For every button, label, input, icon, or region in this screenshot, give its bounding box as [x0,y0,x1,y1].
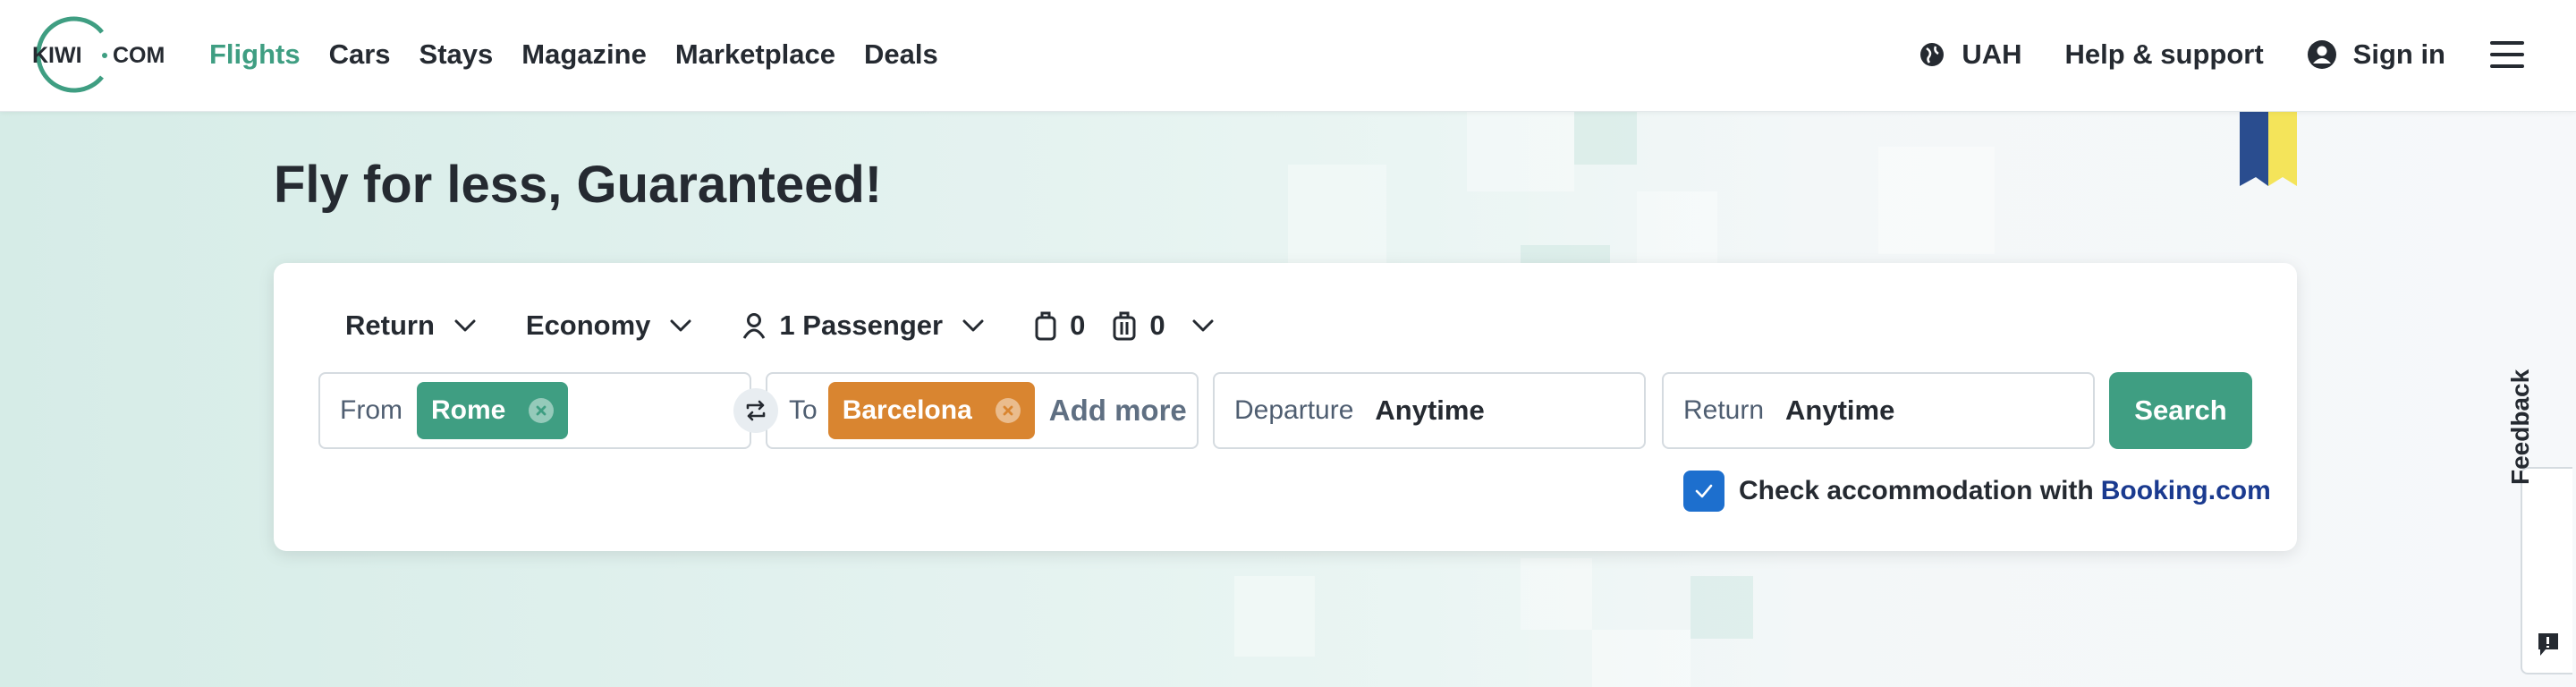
departure-value: Anytime [1375,394,1485,426]
chevron-down-icon [1192,319,1214,332]
accommodation-label: Check accommodation with [1739,476,2094,505]
user-icon [2307,40,2336,69]
from-chip-label: Rome [431,395,506,425]
feedback-tab[interactable]: Feedback [2506,369,2572,674]
header-actions: UAH Help & support Sign in [1876,34,2524,75]
checked-bag-value: 0 [1149,310,1165,341]
main-nav: Flights Cars Stays Magazine Marketplace … [209,34,967,75]
trip-type-select[interactable]: Return [345,306,476,345]
sign-in-button[interactable]: Sign in [2307,34,2445,75]
chevron-down-icon [670,319,691,332]
nav-flights[interactable]: Flights [209,34,301,75]
help-label: Help & support [2064,38,2264,70]
trip-type-value: Return [345,310,435,341]
add-more-input[interactable]: Add more [1049,394,1187,428]
accommodation-option: Check accommodation with Booking.com [1683,471,2271,512]
hamburger-menu-icon[interactable] [2490,41,2524,68]
top-header: KIWI COM Flights Cars Stays Magazine Mar… [0,0,2576,112]
checkmark-icon [1695,484,1713,498]
departure-label: Departure [1234,395,1354,425]
checked-bag-icon [1113,311,1136,341]
checked-bag-count: 0 [1112,306,1165,345]
currency-selector[interactable]: UAH [1919,34,2022,75]
person-icon [743,313,766,339]
cabin-bag-count: 0 [1034,306,1085,345]
cabin-class-select[interactable]: Economy [526,306,692,345]
from-label: From [340,395,402,425]
remove-to-chip-icon[interactable] [995,398,1021,423]
nav-cars[interactable]: Cars [329,34,391,75]
cabin-class-value: Economy [525,310,651,341]
svg-text:COM: COM [113,43,165,68]
from-field[interactable]: From Rome [318,372,751,449]
accommodation-checkbox[interactable] [1683,471,1724,512]
kiwi-logo-icon: KIWI COM [32,16,165,93]
to-chip[interactable]: Barcelona [827,382,1035,439]
help-support-link[interactable]: Help & support [2065,34,2264,75]
search-options: Return Economy 1 Passenger 0 0 [345,306,1214,345]
return-label: Return [1683,395,1765,425]
page-title: Fly for less, Guaranteed! [274,156,883,214]
globe-icon [1920,43,1945,66]
nav-stays[interactable]: Stays [419,34,494,75]
nav-deals[interactable]: Deals [864,34,938,75]
kiwi-logo[interactable]: KIWI COM [20,16,174,93]
cabin-bag-icon [1035,311,1056,341]
to-chip-label: Barcelona [842,395,972,425]
cabin-bag-value: 0 [1070,310,1086,341]
svg-text:KIWI: KIWI [32,43,82,68]
to-field[interactable]: To Barcelona Add more [766,372,1199,449]
booking-link[interactable]: Booking.com [2101,476,2271,506]
nav-magazine[interactable]: Magazine [521,34,647,75]
bags-select[interactable]: 0 0 [1034,306,1214,345]
remove-from-chip-icon[interactable] [529,398,555,423]
feedback-label: Feedback [2506,369,2534,485]
sign-in-label: Sign in [2352,38,2445,70]
search-button[interactable]: Search [2109,372,2252,449]
chevron-down-icon [962,319,984,332]
return-value: Anytime [1785,394,1895,426]
search-form: Return Economy 1 Passenger 0 0 From Rome… [274,263,2297,551]
passengers-select[interactable]: 1 Passenger [741,306,984,345]
currency-label: UAH [1962,38,2022,70]
from-chip[interactable]: Rome [417,382,569,439]
nav-marketplace[interactable]: Marketplace [675,34,835,75]
departure-field[interactable]: Departure Anytime [1213,372,1646,449]
ukraine-ribbon-icon [2238,111,2297,186]
passengers-value: 1 Passenger [779,310,944,341]
chevron-down-icon [454,319,476,332]
to-label: To [789,395,818,425]
return-field[interactable]: Return Anytime [1662,372,2095,449]
swap-locations-icon[interactable] [733,388,778,433]
feedback-icon [2538,633,2558,656]
